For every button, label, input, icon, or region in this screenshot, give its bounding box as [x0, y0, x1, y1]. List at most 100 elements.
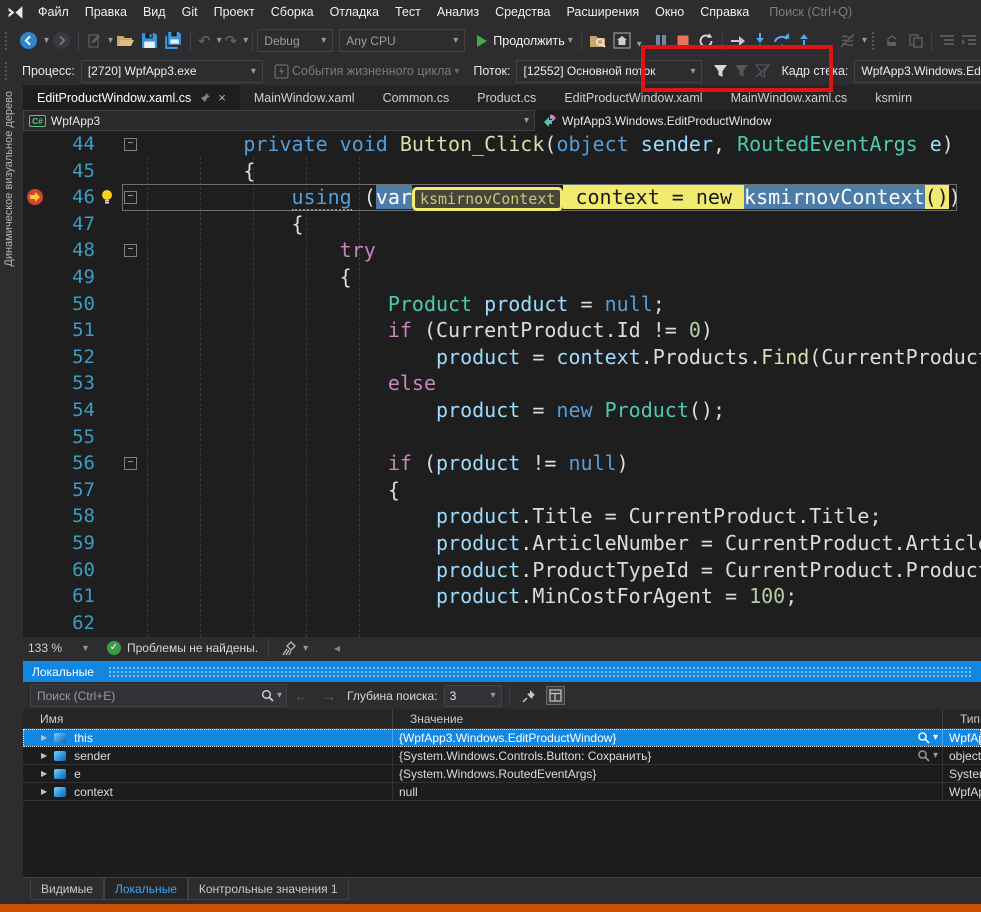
open-file-button[interactable] [113, 28, 138, 54]
show-threads-in-source-button[interactable] [836, 28, 859, 54]
pin-properties-icon[interactable] [522, 689, 536, 703]
code-cleanup-broom-icon[interactable] [279, 635, 300, 661]
tool-tab-1[interactable]: Локальные [104, 878, 188, 900]
document-tab-4[interactable]: EditProductWindow.xaml [550, 85, 716, 110]
cleanup-caret[interactable]: ▾ [303, 643, 308, 654]
save-button[interactable] [138, 28, 161, 54]
menu-item-3[interactable]: Git [174, 0, 206, 24]
locals-panel-header[interactable]: Локальные [23, 661, 981, 682]
navigate-forward-button[interactable] [49, 28, 74, 54]
menu-item-8[interactable]: Анализ [429, 0, 487, 24]
new-project-button[interactable] [83, 28, 105, 54]
lifecycle-events-icon[interactable] [271, 58, 292, 84]
tool-tab-2[interactable]: Контрольные значения 1 [188, 878, 349, 900]
show-next-statement-button[interactable] [727, 28, 750, 54]
document-tab-0[interactable]: EditProductWindow.xaml.cs× [23, 85, 240, 110]
fold-collapse-icon[interactable]: − [124, 244, 137, 257]
expand-arrow-icon[interactable]: ▶ [41, 787, 47, 796]
menu-item-2[interactable]: Вид [135, 0, 174, 24]
threads-caret[interactable]: ▾ [862, 35, 867, 46]
redo-caret[interactable]: ▾ [243, 35, 248, 46]
lens-caret[interactable]: ▾ [933, 750, 938, 761]
filter-flagged-threads-icon[interactable] [710, 58, 731, 84]
search-options-caret[interactable]: ▾ [277, 690, 282, 701]
quick-search[interactable]: Поиск (Ctrl+Q) [769, 5, 852, 19]
document-tab-1[interactable]: MainWindow.xaml [240, 85, 369, 110]
document-tab-2[interactable]: Common.cs [369, 85, 464, 110]
suspend-threads-disabled-icon[interactable] [752, 58, 773, 84]
toolbar-overflow-caret[interactable]: ▾ [637, 39, 642, 50]
step-into-button[interactable] [750, 28, 770, 54]
toolbar-grip-2[interactable] [872, 32, 878, 50]
indent-list-button[interactable] [936, 28, 958, 54]
step-out-button[interactable] [794, 28, 814, 54]
redo-button[interactable]: ↷ [222, 28, 241, 54]
locals-search-box[interactable]: ▾ [30, 684, 287, 707]
navigate-back-button[interactable] [16, 28, 41, 54]
stop-button[interactable] [672, 28, 694, 54]
undo-button[interactable]: ↶ [195, 28, 214, 54]
filter-threads-disabled-icon[interactable] [731, 58, 752, 84]
breakpoints-window-button[interactable] [883, 28, 905, 54]
fold-collapse-icon[interactable]: − [124, 138, 137, 151]
search-prev-button[interactable]: ← [294, 688, 308, 704]
lightbulb-icon[interactable] [100, 189, 114, 205]
hscrollbar-left-arrow[interactable]: ◂ [334, 641, 340, 655]
continue-button[interactable]: Продолжить ▾ [473, 34, 577, 48]
menu-item-11[interactable]: Окно [647, 0, 692, 24]
menu-item-0[interactable]: Файл [30, 0, 77, 24]
outdent-list-button[interactable] [958, 28, 980, 54]
fold-collapse-icon[interactable]: − [124, 457, 137, 470]
document-tab-5[interactable]: MainWindow.xaml.cs [717, 85, 862, 110]
code-editor[interactable]: 44− private void Button_Click(object sen… [23, 131, 981, 637]
column-header-value[interactable]: Значение [393, 709, 943, 728]
editor-zoom-dropdown[interactable]: 133 % ▾ [23, 639, 93, 657]
status-bar[interactable] [0, 904, 981, 912]
restart-button[interactable] [694, 28, 718, 54]
breakpoint-current-statement-icon[interactable] [26, 188, 44, 206]
menu-item-7[interactable]: Тест [387, 0, 429, 24]
column-header-name[interactable]: Имя [23, 709, 393, 728]
fold-collapse-icon[interactable]: − [124, 191, 137, 204]
toggle-formatting-icon[interactable] [546, 686, 565, 705]
solution-config-dropdown[interactable]: Debug ▾ [257, 29, 333, 52]
menu-item-9[interactable]: Средства [487, 0, 558, 24]
stack-frame-dropdown[interactable]: WpfApp3.Windows.Ed [854, 60, 981, 83]
expand-arrow-icon[interactable]: ▶ [41, 733, 47, 742]
locals-row-this[interactable]: ▶this{WpfApp3.Windows.EditProductWindow}… [23, 729, 981, 747]
thread-dropdown[interactable]: [12552] Основной поток ▾ [516, 60, 702, 83]
sidebar-tab-live-visual-tree[interactable]: Динамическое визуальное дерево [3, 91, 15, 267]
document-tab-3[interactable]: Product.cs [463, 85, 550, 110]
project-dropdown[interactable]: C# WpfApp3 ▾ [23, 110, 535, 131]
live-preview-button[interactable] [610, 28, 634, 54]
class-dropdown[interactable]: WpfApp3.Windows.EditProductWindow [543, 114, 771, 128]
locals-search-input[interactable] [31, 689, 258, 703]
result-view-lens[interactable]: ▾ [917, 731, 942, 744]
expand-arrow-icon[interactable]: ▶ [41, 751, 47, 760]
search-next-button[interactable]: → [322, 688, 336, 704]
expand-arrow-icon[interactable]: ▶ [41, 769, 47, 778]
platform-dropdown[interactable]: Any CPU ▾ [339, 29, 465, 52]
locals-row-sender[interactable]: ▶sender{System.Windows.Controls.Button: … [23, 747, 981, 765]
menu-item-1[interactable]: Правка [77, 0, 135, 24]
lifecycle-caret[interactable]: ▾ [454, 66, 459, 77]
column-header-type[interactable]: Тип [943, 709, 981, 728]
step-over-button[interactable] [770, 28, 794, 54]
pause-button[interactable] [650, 28, 672, 54]
tool-tab-0[interactable]: Видимые [30, 878, 104, 900]
close-icon[interactable]: × [218, 91, 226, 104]
lens-caret[interactable]: ▾ [933, 732, 938, 743]
search-depth-dropdown[interactable]: 3 ▾ [444, 685, 502, 707]
health-indicator[interactable]: ✓ Проблемы не найдены. [107, 641, 258, 655]
result-view-lens[interactable]: ▾ [917, 749, 942, 762]
save-all-button[interactable] [161, 28, 186, 54]
menu-item-5[interactable]: Сборка [263, 0, 322, 24]
process-dropdown[interactable]: [2720] WpfApp3.exe ▾ [81, 60, 263, 83]
lifecycle-events-label[interactable]: События жизненного цикла [292, 64, 451, 78]
copy-stack-button[interactable] [905, 28, 927, 54]
find-in-files-button[interactable] [586, 28, 610, 54]
locals-row-context[interactable]: ▶contextnullWpfApp [23, 783, 981, 801]
locals-row-e[interactable]: ▶e{System.Windows.RoutedEventArgs}System… [23, 765, 981, 783]
pin-icon[interactable] [200, 93, 210, 103]
menu-item-12[interactable]: Справка [692, 0, 757, 24]
